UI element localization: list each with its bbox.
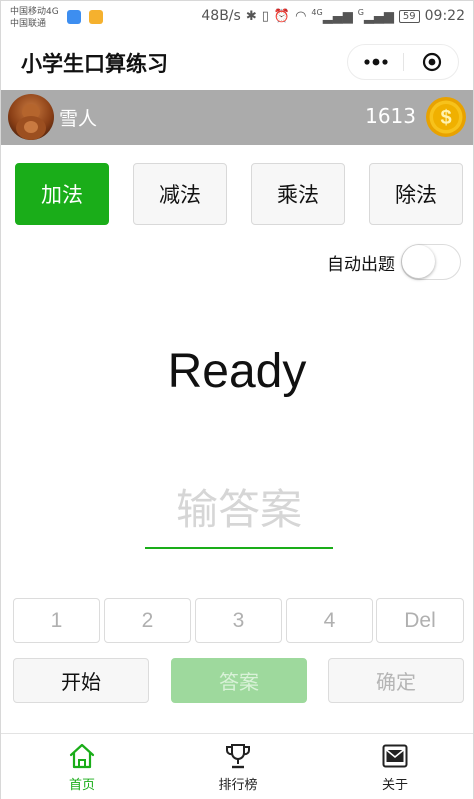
question-display: Ready: [167, 345, 307, 398]
trophy-icon: [226, 744, 250, 769]
signal-icon-1: 4G▂▄▆: [311, 8, 353, 25]
tab-about[interactable]: 关于: [335, 734, 455, 799]
show-answer-button[interactable]: 答案: [171, 658, 307, 703]
key-4-button[interactable]: 4: [286, 598, 373, 643]
vibrate-icon: ▯: [261, 8, 269, 24]
notification-app-icon: [67, 10, 81, 24]
menu-capsule: [347, 44, 459, 80]
title-bar: 小学生口算练习: [1, 35, 473, 89]
confirm-button[interactable]: 确定: [328, 658, 464, 703]
close-miniprogram-icon[interactable]: [422, 52, 442, 72]
auto-question-row: 自动出题: [327, 244, 461, 280]
tab-home-label: 首页: [68, 778, 95, 793]
bottom-tab-bar: 首页 排行榜 关于: [1, 733, 473, 799]
key-3-button[interactable]: 3: [195, 598, 282, 643]
more-icon[interactable]: [362, 53, 390, 71]
start-button[interactable]: 开始: [13, 658, 149, 703]
home-icon: [69, 743, 95, 769]
wifi-icon: ◠: [295, 8, 307, 24]
status-bar: 中国移动4G 中国联通 48B/s ✱ ▯ ⏰ ◠ 4G▂▄▆ G▂▄▆ 59 …: [1, 1, 473, 35]
key-2-button[interactable]: 2: [104, 598, 191, 643]
battery-icon: 59: [398, 9, 420, 23]
signal-icon-2: G▂▄▆: [357, 8, 394, 25]
carrier-line-2: 中国联通: [10, 19, 47, 29]
delete-button[interactable]: Del: [376, 598, 464, 643]
tab-leaderboard-label: 排行榜: [218, 778, 258, 793]
answer-input[interactable]: [145, 471, 333, 549]
clock: 09:22: [424, 8, 465, 25]
operation-selector: 加法 减法 乘法 除法: [15, 163, 463, 225]
op-divide-button[interactable]: 除法: [369, 163, 463, 225]
action-buttons: 开始 答案 确定: [13, 658, 464, 704]
carrier-line-1: 中国移动4G: [10, 7, 59, 17]
op-add-button[interactable]: 加法: [15, 163, 109, 225]
net-speed: 48B/s: [201, 8, 241, 25]
tab-leaderboard[interactable]: 排行榜: [178, 734, 298, 799]
op-subtract-button[interactable]: 减法: [133, 163, 227, 225]
toggle-knob: [402, 245, 435, 278]
svg-text:$: $: [440, 107, 451, 129]
carrier-info: 中国移动4G 中国联通: [10, 6, 59, 30]
op-multiply-button[interactable]: 乘法: [251, 163, 345, 225]
mail-icon: [382, 744, 408, 768]
page-title: 小学生口算练习: [21, 52, 168, 76]
user-bar: 雪人 1613 $: [1, 90, 473, 145]
avatar-figure-icon: [16, 104, 46, 140]
avatar[interactable]: [8, 94, 54, 140]
alarm-icon: ⏰: [273, 8, 291, 24]
auto-question-label: 自动出题: [327, 254, 395, 275]
tab-about-label: 关于: [381, 778, 408, 793]
auto-question-toggle[interactable]: [401, 244, 461, 280]
coin-score: 1613: [365, 104, 416, 128]
coin-icon: $: [426, 97, 466, 137]
user-name: 雪人: [59, 108, 98, 130]
bluetooth-icon: ✱: [245, 8, 257, 24]
key-1-button[interactable]: 1: [13, 598, 100, 643]
number-keypad: 1 2 3 4 Del: [13, 598, 464, 644]
status-indicators: 48B/s ✱ ▯ ⏰ ◠ 4G▂▄▆ G▂▄▆ 59 09:22: [201, 8, 465, 24]
notification-map-icon: [89, 10, 103, 24]
tab-home[interactable]: 首页: [22, 734, 142, 799]
capsule-divider: [403, 53, 404, 71]
